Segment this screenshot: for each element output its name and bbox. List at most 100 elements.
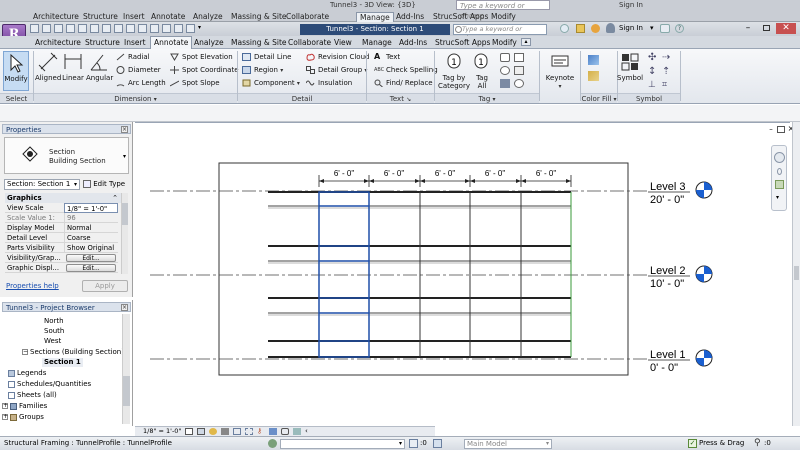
design-option-select[interactable]: Main Model ▾ xyxy=(464,439,552,449)
sign-in-link[interactable]: Sign In xyxy=(619,22,643,35)
3d-view-icon[interactable] xyxy=(138,24,147,33)
tag-by-category-button[interactable]: 1 Tag by Category xyxy=(438,51,470,90)
modify-button[interactable]: Modify xyxy=(3,51,29,91)
panel-label-dimension[interactable]: Dimension ▾ xyxy=(34,93,237,103)
level-head-2[interactable]: Level 2 10' - 0" xyxy=(648,265,713,290)
infocenter-icon[interactable] xyxy=(560,24,569,33)
prop-row-detail-level[interactable]: Detail Level Coarse xyxy=(5,233,118,243)
panel-label-text[interactable]: Text ↘ xyxy=(367,93,434,103)
close-hidden-icon[interactable] xyxy=(174,24,183,33)
crop-region[interactable] xyxy=(218,162,629,376)
spot-slope-button[interactable]: Spot Slope xyxy=(169,77,220,89)
tab-annotate[interactable]: Annotate xyxy=(150,36,193,50)
duct-legend-icon[interactable] xyxy=(588,71,599,81)
ribbon-minimize-icon[interactable]: ▴ xyxy=(521,38,531,46)
view-minimize-button[interactable]: – xyxy=(767,126,775,133)
search-input[interactable]: Type a keyword or phrase xyxy=(453,24,547,42)
aligned-dimension-icon[interactable] xyxy=(102,24,111,33)
design-options-icon[interactable] xyxy=(433,439,442,448)
detail-group-button[interactable]: Detail Group ▾ xyxy=(306,64,367,76)
qat-dropdown-icon[interactable]: ▾ xyxy=(198,24,204,33)
tag-icon[interactable] xyxy=(114,24,123,33)
collapse-icon[interactable]: − xyxy=(22,349,28,355)
section-icon[interactable] xyxy=(150,24,159,33)
worksharing-display-icon[interactable] xyxy=(293,428,301,435)
stair-path-icon[interactable]: ⇡ xyxy=(662,67,672,77)
press-drag-checkbox[interactable]: ✓ xyxy=(688,439,697,448)
tab-collaborate[interactable]: Collaborate xyxy=(285,37,334,49)
prop-value[interactable]: Show Original xyxy=(64,243,118,253)
vertical-members[interactable] xyxy=(318,192,572,357)
expand-icon[interactable]: + xyxy=(2,414,8,420)
tree-item-legends[interactable]: Legends xyxy=(8,369,46,378)
level-head-1[interactable]: Level 1 0' - 0" xyxy=(648,349,713,374)
canvas-scroll-thumb[interactable] xyxy=(794,266,799,280)
spot-coordinate-button[interactable]: Spot Coordinate xyxy=(170,64,239,76)
steering-wheel-icon[interactable] xyxy=(774,152,785,163)
linear-dimension-button[interactable]: Linear xyxy=(62,51,84,82)
nav-dropdown-icon[interactable]: ▾ xyxy=(776,194,779,201)
find-replace-button[interactable]: Find/ Replace xyxy=(374,77,433,89)
region-button[interactable]: Region ▾ xyxy=(242,64,283,76)
prop-row-view-scale[interactable]: View Scale 1/8" = 1'-0" xyxy=(5,203,118,213)
apply-button[interactable]: Apply xyxy=(82,280,128,292)
properties-close-icon[interactable]: × xyxy=(121,126,128,133)
fabric-reinforcement-icon[interactable]: ⌗ xyxy=(662,80,672,90)
multi-category-tag-icon[interactable] xyxy=(500,66,510,75)
room-tag-icon[interactable] xyxy=(514,66,524,75)
prop-value[interactable]: Coarse xyxy=(64,233,118,243)
zoom-region-icon[interactable] xyxy=(775,180,784,189)
tree-item-west[interactable]: West xyxy=(44,337,61,346)
browser-scroll-thumb[interactable] xyxy=(123,376,130,406)
sign-in-dropdown-icon[interactable]: ▾ xyxy=(650,22,654,35)
edit-type-button[interactable]: Edit Type xyxy=(83,179,129,190)
tab-add-ins[interactable]: Add-Ins xyxy=(396,37,430,49)
project-browser-close-icon[interactable]: × xyxy=(121,304,128,311)
prop-row-parts-visibility[interactable]: Parts Visibility Show Original xyxy=(5,243,118,253)
tree-item-north[interactable]: North xyxy=(44,317,64,326)
instance-filter-select[interactable]: Section: Section 1 ▾ xyxy=(4,179,80,190)
path-reinforcement-icon[interactable]: ⊥ xyxy=(648,80,658,90)
tab-insert[interactable]: Insert xyxy=(121,37,149,49)
tab-view[interactable]: View xyxy=(331,37,355,49)
save-icon[interactable] xyxy=(42,24,51,33)
communication-icon[interactable] xyxy=(591,24,600,33)
drawing-area[interactable]: 6' - 0" 6' - 0" 6' - 0" 6' - 0" 6' - 0" xyxy=(135,122,794,426)
selected-framing[interactable] xyxy=(318,191,370,358)
detail-line-button[interactable]: Detail Line xyxy=(242,51,291,63)
space-tag-icon[interactable] xyxy=(514,79,524,88)
expand-icon[interactable]: + xyxy=(2,403,8,409)
print-icon[interactable] xyxy=(78,24,87,33)
arc-length-dimension-button[interactable]: Arc Length xyxy=(116,77,166,89)
reveal-hidden-icon[interactable] xyxy=(281,428,289,435)
zoom-icon[interactable] xyxy=(777,168,782,175)
angular-dimension-button[interactable]: Angular xyxy=(86,51,113,82)
panel-label-color-fill[interactable]: Color Fill ▾ xyxy=(581,93,617,103)
worksets-icon[interactable] xyxy=(268,439,277,448)
editable-only-icon[interactable] xyxy=(409,439,418,448)
tab-strucsoft-apps[interactable]: StrucSoft Apps xyxy=(432,37,493,49)
area-reinforcement-icon[interactable]: ⇢ xyxy=(662,53,672,63)
detail-level-icon[interactable] xyxy=(185,428,193,435)
level-head-3[interactable]: Level 3 20' - 0" xyxy=(648,181,713,206)
close-button[interactable]: ✕ xyxy=(776,23,796,34)
text-icon[interactable] xyxy=(126,24,135,33)
tree-item-schedules[interactable]: Schedules/Quantities xyxy=(8,380,91,389)
graphics-group-header[interactable]: Graphics ⌃ xyxy=(5,193,121,203)
type-selector[interactable]: Section Building Section ▾ xyxy=(4,137,129,174)
canvas-vertical-scrollbar[interactable] xyxy=(792,122,800,426)
visual-style-icon[interactable] xyxy=(197,428,205,435)
graphic-display-edit-button[interactable]: Edit... xyxy=(66,264,116,272)
tree-item-families[interactable]: + Families xyxy=(2,402,47,411)
shadows-icon[interactable] xyxy=(221,428,229,435)
text-button[interactable]: A Text xyxy=(374,51,400,63)
keynote-button[interactable]: Keynote ▾ xyxy=(543,51,577,91)
undo-icon[interactable] xyxy=(54,24,63,33)
measure-icon[interactable] xyxy=(90,24,99,33)
beam-symbol-icon[interactable]: ↕ xyxy=(648,67,658,77)
material-tag-icon[interactable] xyxy=(500,79,510,88)
prop-row-display-model[interactable]: Display Model Normal xyxy=(5,223,118,233)
view-scale-input[interactable]: 1/8" = 1'-0" xyxy=(64,203,118,213)
span-direction-icon[interactable]: ✣ xyxy=(648,53,658,63)
filter-icon[interactable]: ⚲ xyxy=(754,439,763,448)
